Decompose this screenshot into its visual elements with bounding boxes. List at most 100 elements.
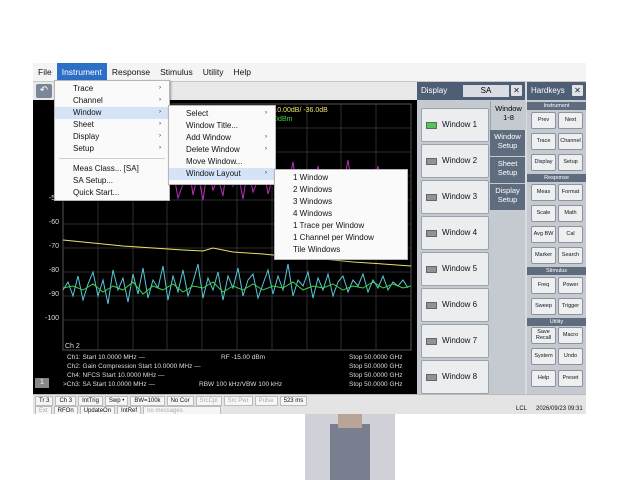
meas-key[interactable]: Meas [531, 184, 556, 201]
undo-key[interactable]: Undo [558, 348, 583, 365]
led-on-icon [426, 122, 437, 129]
cal-key[interactable]: Cal [558, 226, 583, 243]
legend-mid: RF -15.00 dBm [221, 354, 265, 361]
help-key[interactable]: Help [531, 370, 556, 387]
menu-item-4-windows[interactable]: 4 Windows [275, 208, 407, 220]
menu-item-display[interactable]: Display › [55, 131, 169, 143]
menu-stimulus[interactable]: Stimulus [155, 63, 198, 81]
menu-item-window[interactable]: Window › [55, 107, 169, 119]
tab-sheet-setup[interactable]: Sheet Setup [490, 157, 525, 183]
tab-window-1-8[interactable]: Window 1-8 [490, 101, 526, 130]
window-layout-submenu: 1 Window 2 Windows 3 Windows 4 Windows 1… [274, 169, 408, 260]
menu-item-delete-window[interactable]: Delete Window › [169, 144, 275, 156]
status-ext[interactable]: Ext [35, 406, 52, 414]
window-4-button[interactable]: Window 4 [421, 216, 489, 250]
search-key[interactable]: Search [558, 247, 583, 264]
menu-item-1-trace-per-window[interactable]: 1 Trace per Window [275, 220, 407, 232]
menu-file[interactable]: File [33, 63, 57, 81]
status-channel[interactable]: Ch 3 [55, 396, 77, 406]
menu-item-2-windows[interactable]: 2 Windows [275, 184, 407, 196]
prev-key[interactable]: Prev [531, 112, 556, 129]
menu-item-window-layout[interactable]: Window Layout › [169, 168, 275, 180]
math-key[interactable]: Math [558, 205, 583, 222]
menu-item-1-window[interactable]: 1 Window [275, 172, 407, 184]
menu-item-add-window[interactable]: Add Window › [169, 132, 275, 144]
menu-item-quick-start[interactable]: Quick Start... [55, 187, 169, 199]
menu-item-sa-setup[interactable]: SA Setup... [55, 175, 169, 187]
macro-key[interactable]: Macro [558, 327, 583, 344]
menu-item-1-channel-per-window[interactable]: 1 Channel per Window [275, 232, 407, 244]
menu-item-3-windows[interactable]: 3 Windows [275, 196, 407, 208]
submenu-arrow-icon: › [265, 170, 267, 176]
scale-key[interactable]: Scale [531, 205, 556, 222]
status-src-pwr[interactable]: Src Pwr [223, 396, 253, 406]
next-key[interactable]: Next [558, 112, 583, 129]
section-response: Response [527, 174, 586, 182]
y-tick-label: -70 [49, 243, 59, 250]
window-6-button[interactable]: Window 6 [421, 288, 489, 322]
status-bandwidth[interactable]: BW=100k [130, 396, 165, 406]
channel-label: Ch 2 [65, 343, 80, 350]
y-tick-label: -60 [49, 219, 59, 226]
submenu-arrow-icon: › [159, 133, 161, 139]
close-icon[interactable]: ✕ [511, 85, 522, 96]
status-correction[interactable]: No Cor [166, 396, 194, 406]
setup-key[interactable]: Setup [558, 154, 583, 171]
menu-item-window-title[interactable]: Window Title... [169, 120, 275, 132]
tab-display-setup[interactable]: Display Setup [490, 184, 525, 210]
y-tick-label: -80 [49, 267, 59, 274]
status-rf-on[interactable]: RFOn [53, 406, 78, 414]
trace-key[interactable]: Trace [531, 133, 556, 150]
freq-key[interactable]: Freq [531, 277, 556, 294]
led-off-icon [426, 266, 437, 273]
status-src-cpl[interactable]: SrcCpl [195, 396, 222, 406]
window-2-button[interactable]: Window 2 [421, 144, 489, 178]
avg-bw-key[interactable]: Avg BW [531, 226, 556, 243]
menu-instrument[interactable]: Instrument [56, 63, 107, 81]
window-5-button[interactable]: Window 5 [421, 252, 489, 286]
tab-window-setup[interactable]: Window Setup [490, 130, 525, 156]
format-key[interactable]: Format [558, 184, 583, 201]
undo-arrow-icon[interactable]: ↶ [36, 84, 52, 98]
menu-response[interactable]: Response [107, 63, 155, 81]
power-key[interactable]: Power [558, 277, 583, 294]
section-instrument: Instrument [527, 102, 586, 110]
display-mode-select[interactable]: SA [463, 85, 509, 97]
menu-item-tile-windows[interactable]: Tile Windows [275, 244, 407, 256]
preset-key[interactable]: Preset [558, 370, 583, 387]
close-icon[interactable]: ✕ [572, 85, 583, 96]
status-trace[interactable]: Tr 3 [35, 396, 54, 406]
status-pulse[interactable]: Pulse [254, 396, 278, 406]
menu-utility[interactable]: Utility [198, 63, 229, 81]
display-key[interactable]: Display [531, 154, 556, 171]
submenu-arrow-icon: › [159, 109, 161, 115]
save-recall-key[interactable]: Save Recall [531, 327, 556, 344]
trigger-key[interactable]: Trigger [558, 298, 583, 315]
marker-key[interactable]: Marker [531, 247, 556, 264]
menu-item-move-window[interactable]: Move Window... [169, 156, 275, 168]
menu-item-select[interactable]: Select › [169, 108, 275, 120]
system-key[interactable]: System [531, 348, 556, 365]
menu-help[interactable]: Help [229, 63, 256, 81]
menu-item-channel[interactable]: Channel › [55, 95, 169, 107]
display-panel-title: Display [421, 86, 448, 95]
menu-item-trace[interactable]: Trace › [55, 83, 169, 95]
menu-item-sheet[interactable]: Sheet › [55, 119, 169, 131]
status-update-on[interactable]: UpdateOn [79, 406, 116, 414]
status-int-ref[interactable]: IntRef [117, 406, 142, 414]
window-1-button[interactable]: Window 1 [421, 108, 489, 142]
status-trigger[interactable]: IntTrig [78, 396, 103, 406]
window-7-button[interactable]: Window 7 [421, 324, 489, 358]
sweep-key[interactable]: Sweep [531, 298, 556, 315]
window-3-button[interactable]: Window 3 [421, 180, 489, 214]
legend-right: Stop 50.0000 GHz [349, 372, 402, 379]
status-sweep[interactable]: Swp • [104, 396, 129, 406]
window-8-button[interactable]: Window 8 [421, 360, 489, 394]
window-number[interactable]: 1 [35, 378, 49, 388]
channel-key[interactable]: Channel [558, 133, 583, 150]
channel-legend: Ch1: Start 10.0000 MHz — RF -15.00 dBm S… [63, 354, 402, 388]
status-bar: Tr 3 Ch 3 IntTrig Swp • BW=100k No Cor S… [33, 394, 586, 414]
status-row-1: Tr 3 Ch 3 IntTrig Swp • BW=100k No Cor S… [35, 396, 308, 406]
menu-item-meas-class[interactable]: Meas Class... [SA] [55, 163, 169, 175]
menu-item-setup[interactable]: Setup › [55, 143, 169, 155]
